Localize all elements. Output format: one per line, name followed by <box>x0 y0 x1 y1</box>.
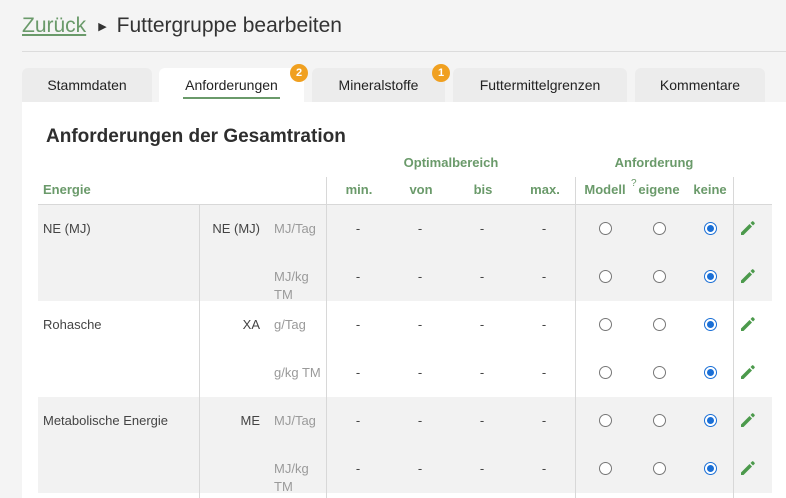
radio-keine[interactable] <box>704 222 717 235</box>
value-min: - <box>355 269 361 284</box>
pencil-icon <box>741 365 755 379</box>
section-title: Anforderungen der Gesamtration <box>46 126 346 147</box>
edit-button[interactable] <box>738 314 758 334</box>
column-divider <box>575 177 576 498</box>
radio-keine[interactable] <box>704 462 717 475</box>
tab-stammdaten[interactable]: Stammdaten <box>22 68 152 102</box>
value-min: - <box>355 317 361 332</box>
value-max: - <box>541 365 547 380</box>
header-divider <box>22 51 786 52</box>
row-unit: g/kg TM <box>274 365 321 380</box>
tab-label: Anforderungen <box>183 77 280 99</box>
value-bis: - <box>479 269 485 284</box>
row-abbreviation: ME <box>240 413 261 428</box>
radio-eigene[interactable] <box>653 462 666 475</box>
pencil-icon <box>741 221 755 235</box>
value-bis: - <box>479 317 485 332</box>
row-abbreviation: XA <box>242 317 260 332</box>
value-bis: - <box>479 413 485 428</box>
radio-eigene[interactable] <box>653 270 666 283</box>
column-divider <box>326 177 327 498</box>
radio-modell[interactable] <box>599 462 612 475</box>
tab-anforderungen[interactable]: Anforderungen <box>159 68 304 102</box>
value-min: - <box>355 365 361 380</box>
pencil-icon <box>741 269 755 283</box>
tab-kommentare[interactable]: Kommentare <box>635 68 765 102</box>
value-max: - <box>541 413 547 428</box>
value-min: - <box>355 221 361 236</box>
value-von: - <box>417 221 423 236</box>
pencil-icon <box>741 317 755 331</box>
group-header-optimalbereich: Optimalbereich <box>403 155 499 170</box>
group-header-anforderung: Anforderung <box>614 155 694 170</box>
edit-button[interactable] <box>738 362 758 382</box>
column-header-min: min. <box>345 182 373 197</box>
value-von: - <box>417 317 423 332</box>
radio-keine[interactable] <box>704 414 717 427</box>
value-von: - <box>417 461 423 476</box>
column-header-energie: Energie <box>43 182 91 197</box>
row-name: Rohasche <box>43 317 102 332</box>
pencil-icon <box>741 413 755 427</box>
radio-eigene[interactable] <box>653 318 666 331</box>
value-von: - <box>417 413 423 428</box>
radio-eigene[interactable] <box>653 366 666 379</box>
column-header-bis: bis <box>473 182 493 197</box>
column-header-max: max. <box>530 182 560 197</box>
row-unit: MJ/Tag <box>274 221 316 236</box>
row-unit: MJ/kg TM <box>274 269 309 302</box>
row-unit: MJ/Tag <box>274 413 316 428</box>
radio-modell[interactable] <box>599 414 612 427</box>
value-max: - <box>541 221 547 236</box>
column-header-eigene: eigene <box>638 182 680 197</box>
radio-keine[interactable] <box>704 318 717 331</box>
row-unit: g/Tag <box>274 317 306 332</box>
tab-label: Stammdaten <box>47 77 127 93</box>
column-divider <box>199 205 200 498</box>
value-bis: - <box>479 365 485 380</box>
radio-keine[interactable] <box>704 270 717 283</box>
row-name: Metabolische Energie <box>43 413 169 428</box>
radio-modell[interactable] <box>599 222 612 235</box>
breadcrumb: Zurück ▶ Futtergruppe bearbeiten <box>22 12 342 40</box>
value-von: - <box>417 365 423 380</box>
column-divider <box>733 177 734 498</box>
tab-mineralstoffe[interactable]: Mineralstoffe <box>312 68 445 102</box>
caret-right-icon: ▶ <box>98 20 107 33</box>
value-min: - <box>355 413 361 428</box>
radio-keine[interactable] <box>704 366 717 379</box>
radio-modell[interactable] <box>599 318 612 331</box>
column-header-keine: keine <box>693 182 727 197</box>
value-max: - <box>541 461 547 476</box>
radio-modell[interactable] <box>599 366 612 379</box>
column-header-modell: Modell <box>584 182 626 197</box>
edit-button[interactable] <box>738 458 758 478</box>
pencil-icon <box>741 461 755 475</box>
tab-badge-mineralstoffe: 1 <box>432 64 450 82</box>
edit-button[interactable] <box>738 266 758 286</box>
value-bis: - <box>479 221 485 236</box>
row-abbreviation: NE (MJ) <box>212 221 260 236</box>
edit-button[interactable] <box>738 410 758 430</box>
edit-button[interactable] <box>738 218 758 238</box>
radio-eigene[interactable] <box>653 222 666 235</box>
radio-modell[interactable] <box>599 270 612 283</box>
value-min: - <box>355 461 361 476</box>
tab-label: Kommentare <box>659 77 741 93</box>
tab-futtermittelgrenzen[interactable]: Futtermittelgrenzen <box>453 68 627 102</box>
value-max: - <box>541 317 547 332</box>
value-max: - <box>541 269 547 284</box>
value-bis: - <box>479 461 485 476</box>
tab-badge-anforderungen: 2 <box>290 64 308 82</box>
page-title: Futtergruppe bearbeiten <box>116 14 342 37</box>
tab-label: Futtermittelgrenzen <box>479 77 601 93</box>
row-unit: MJ/kg TM <box>274 461 309 494</box>
column-header-von: von <box>409 182 433 197</box>
tab-label: Mineralstoffe <box>338 77 419 93</box>
value-von: - <box>417 269 423 284</box>
back-link[interactable]: Zurück <box>22 14 86 38</box>
row-name: NE (MJ) <box>43 221 91 236</box>
radio-eigene[interactable] <box>653 414 666 427</box>
